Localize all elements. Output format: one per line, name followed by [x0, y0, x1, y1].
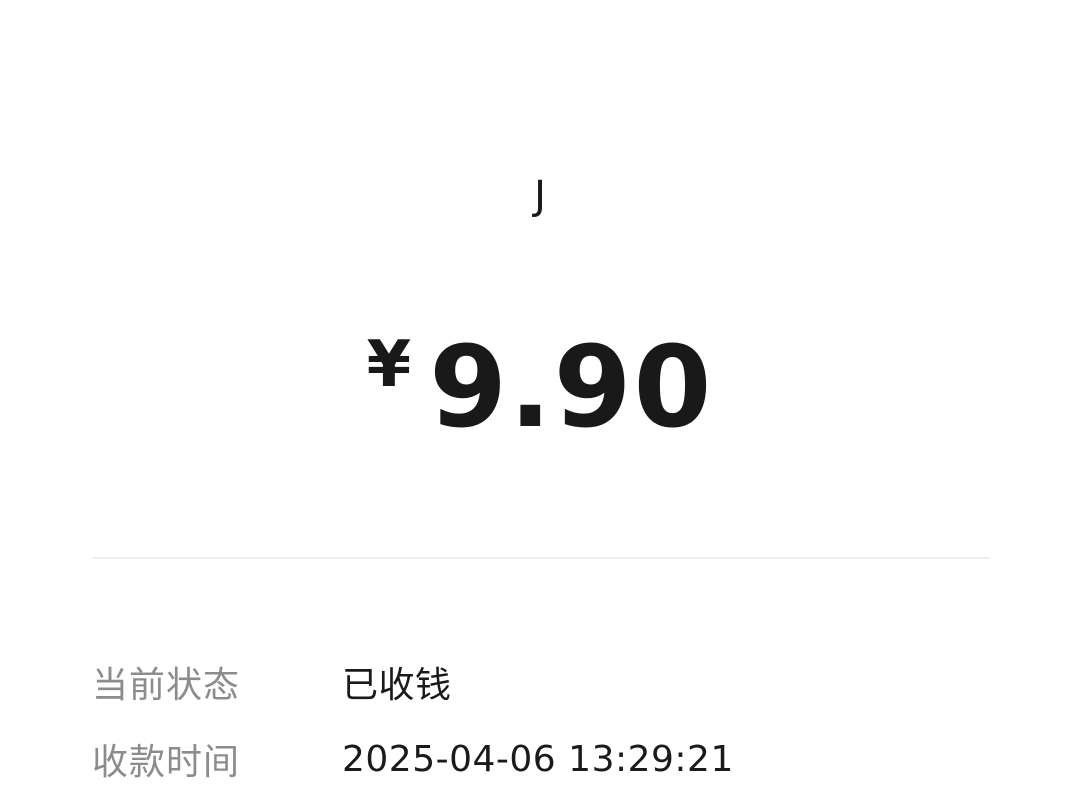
amount-display: ¥9.90 [0, 326, 1080, 450]
currency-symbol: ¥ [366, 328, 412, 402]
detail-row-status: 当前状态 已收钱 [92, 654, 990, 710]
detail-row-time: 收款时间 2025-04-06 13:29:21 [92, 731, 990, 787]
receive-time-value: 2025-04-06 13:29:21 [342, 738, 734, 780]
status-value: 已收钱 [342, 665, 452, 706]
amount-value: 9.90 [429, 323, 714, 453]
payer-name: J [534, 173, 546, 219]
status-label: 当前状态 [92, 665, 241, 706]
divider [92, 557, 990, 559]
receive-time-label: 收款时间 [92, 742, 241, 783]
